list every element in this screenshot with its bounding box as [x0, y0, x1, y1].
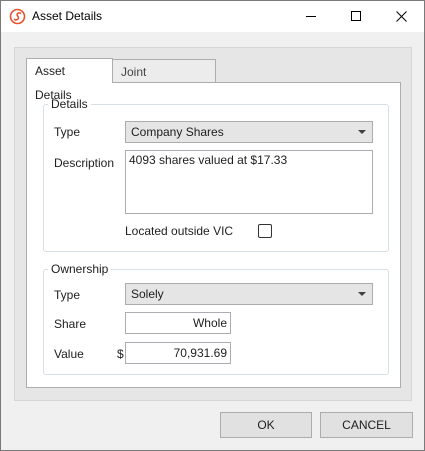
asset-type-dropdown[interactable]: Company Shares: [125, 121, 373, 143]
ownership-type-label: Type: [54, 288, 81, 302]
ownership-group-title: Ownership: [48, 262, 112, 276]
title-bar[interactable]: Asset Details: [1, 1, 424, 32]
ok-button[interactable]: OK: [220, 412, 312, 438]
outside-vic-checkbox[interactable]: [258, 224, 272, 238]
close-icon: [396, 11, 407, 22]
currency-symbol: $: [117, 347, 124, 361]
close-button[interactable]: [379, 1, 424, 32]
minimize-button[interactable]: [289, 1, 334, 32]
chevron-down-icon: [358, 130, 366, 134]
value-label: Value: [54, 347, 84, 361]
dialog-window: Asset Details Asset Details Joint Owners…: [0, 0, 425, 451]
maximize-button[interactable]: [334, 1, 379, 32]
tab-asset-details[interactable]: Asset Details: [26, 58, 113, 102]
app-logo-icon: [9, 8, 26, 25]
asset-type-value: Company Shares: [131, 125, 224, 139]
ownership-type-dropdown[interactable]: Solely: [125, 283, 373, 305]
tab-joint-ownership[interactable]: Joint Ownership: [113, 59, 216, 103]
window-title: Asset Details: [32, 9, 103, 23]
description-label: Description: [54, 156, 115, 170]
type-label: Type: [54, 125, 81, 139]
description-field[interactable]: 4093 shares valued at $17.33: [125, 150, 373, 214]
ownership-type-value: Solely: [131, 287, 164, 301]
outside-vic-label: Located outside VIC: [125, 224, 234, 238]
share-label: Share: [54, 317, 87, 331]
chevron-down-icon: [358, 292, 366, 296]
minimize-icon: [306, 16, 316, 17]
value-field[interactable]: 70,931.69: [125, 342, 231, 364]
share-field[interactable]: Whole: [125, 312, 231, 334]
asset-details-tab-page: Details Type Company Shares Description …: [26, 82, 401, 388]
maximize-icon: [351, 11, 361, 21]
cancel-button[interactable]: CANCEL: [320, 412, 413, 438]
